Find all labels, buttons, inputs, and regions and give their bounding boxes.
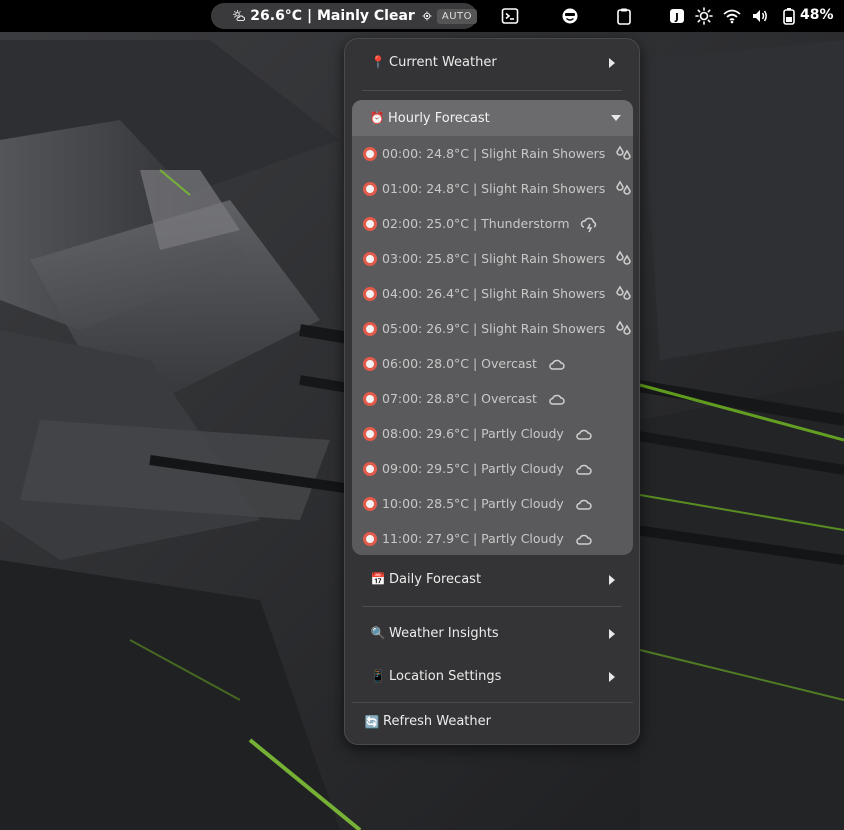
hourly-forecast-row[interactable]: 05:00: 26.9°C | Slight Rain Showers xyxy=(363,311,632,346)
keyboard-layout-icon[interactable]: J xyxy=(668,7,686,25)
alarm-clock-icon xyxy=(363,181,377,196)
cloud-icon xyxy=(549,394,565,405)
rain-drops-icon xyxy=(616,180,632,195)
cloud-icon xyxy=(576,534,592,545)
pin-icon: 📍 xyxy=(370,55,386,69)
alarm-clock-icon xyxy=(363,321,377,336)
chevron-right-icon xyxy=(609,58,615,68)
hourly-forecast-submenu: ⏰ Hourly Forecast 00:00: 24.8°C | Slight… xyxy=(352,100,633,555)
hourly-forecast-text: 04:00: 26.4°C | Slight Rain Showers xyxy=(382,286,606,301)
hourly-forecast-item[interactable]: ⏰ Hourly Forecast xyxy=(352,100,633,136)
weather-summary-text: 26.6°C | Mainly Clear xyxy=(250,8,415,24)
location-target-icon xyxy=(422,11,432,21)
alarm-clock-icon: ⏰ xyxy=(369,111,385,125)
terminal-icon[interactable] xyxy=(501,7,519,25)
location-settings-item[interactable]: 📱 Location Settings xyxy=(352,655,633,697)
hourly-forecast-label: Hourly Forecast xyxy=(388,110,490,126)
wifi-icon[interactable] xyxy=(723,7,741,25)
chevron-down-icon xyxy=(611,115,621,121)
hourly-forecast-text: 01:00: 24.8°C | Slight Rain Showers xyxy=(382,181,606,196)
chevron-right-icon xyxy=(609,575,615,585)
hourly-forecast-text: 05:00: 26.9°C | Slight Rain Showers xyxy=(382,321,606,336)
hourly-forecast-row[interactable]: 11:00: 27.9°C | Partly Cloudy xyxy=(363,521,623,556)
hourly-forecast-text: 07:00: 28.8°C | Overcast xyxy=(382,391,537,406)
mobile-phone-icon: 📱 xyxy=(370,669,386,683)
alarm-clock-icon xyxy=(363,286,377,301)
partly-sunny-icon xyxy=(233,9,246,21)
alarm-clock-icon xyxy=(363,531,377,546)
svg-text:J: J xyxy=(674,12,679,23)
current-weather-item[interactable]: 📍 Current Weather xyxy=(352,41,633,83)
hourly-forecast-row[interactable]: 10:00: 28.5°C | Partly Cloudy xyxy=(363,486,623,521)
auto-location-badge: AUTO xyxy=(436,8,477,24)
cloud-icon xyxy=(576,499,592,510)
calendar-icon: 📅 xyxy=(370,572,386,586)
cloud-icon xyxy=(576,429,592,440)
cloud-icon xyxy=(549,359,565,370)
hourly-forecast-row[interactable]: 02:00: 25.0°C | Thunderstorm xyxy=(363,206,623,241)
weather-insights-label: Weather Insights xyxy=(389,625,499,641)
cloud-icon xyxy=(576,464,592,475)
alarm-clock-icon xyxy=(363,461,377,476)
alarm-clock-icon xyxy=(363,251,377,266)
current-weather-label: Current Weather xyxy=(389,54,497,70)
hourly-forecast-row[interactable]: 01:00: 24.8°C | Slight Rain Showers xyxy=(363,171,632,206)
hourly-forecast-text: 02:00: 25.0°C | Thunderstorm xyxy=(382,216,570,231)
alarm-clock-icon xyxy=(363,146,377,161)
battery-percentage: 48% xyxy=(800,7,834,23)
hourly-forecast-row[interactable]: 06:00: 28.0°C | Overcast xyxy=(363,346,623,381)
daily-forecast-label: Daily Forecast xyxy=(389,571,482,587)
magnifier-icon: 🔍 xyxy=(370,626,386,640)
hourly-forecast-text: 06:00: 28.0°C | Overcast xyxy=(382,356,537,371)
hourly-forecast-text: 03:00: 25.8°C | Slight Rain Showers xyxy=(382,251,606,266)
rain-drops-icon xyxy=(616,320,632,335)
clipboard-icon[interactable] xyxy=(615,7,633,25)
alarm-clock-icon xyxy=(363,356,377,371)
weather-indicator-button[interactable]: 26.6°C | Mainly Clear AUTO xyxy=(211,3,477,29)
hourly-forecast-text: 08:00: 29.6°C | Partly Cloudy xyxy=(382,426,564,441)
hourly-forecast-row[interactable]: 07:00: 28.8°C | Overcast xyxy=(363,381,623,416)
alarm-clock-icon xyxy=(363,426,377,441)
hourly-forecast-row[interactable]: 00:00: 24.8°C | Slight Rain Showers xyxy=(363,136,632,171)
weather-insights-item[interactable]: 🔍 Weather Insights xyxy=(352,612,633,654)
refresh-weather-label: Refresh Weather xyxy=(383,714,491,729)
battery-icon[interactable] xyxy=(780,7,798,25)
alarm-clock-icon xyxy=(363,216,377,231)
hourly-forecast-text: 00:00: 24.8°C | Slight Rain Showers xyxy=(382,146,606,161)
alarm-clock-icon xyxy=(363,391,377,406)
rain-drops-icon xyxy=(616,285,632,300)
weather-menu: 📍 Current Weather ⏰ Hourly Forecast 00:0… xyxy=(344,38,640,745)
refresh-weather-button[interactable]: 🔄 Refresh Weather xyxy=(352,702,633,740)
top-bar: 26.6°C | Mainly Clear AUTO J 48% xyxy=(0,0,844,32)
location-settings-label: Location Settings xyxy=(389,668,502,684)
rain-drops-icon xyxy=(616,250,632,265)
hourly-forecast-row[interactable]: 08:00: 29.6°C | Partly Cloudy xyxy=(363,416,623,451)
thunderstorm-icon xyxy=(580,217,596,232)
brightness-icon[interactable] xyxy=(695,7,713,25)
volume-icon[interactable] xyxy=(751,7,769,25)
chevron-right-icon xyxy=(609,629,615,639)
hourly-forecast-row[interactable]: 03:00: 25.8°C | Slight Rain Showers xyxy=(363,241,632,276)
alarm-clock-icon xyxy=(363,496,377,511)
hourly-forecast-row[interactable]: 09:00: 29.5°C | Partly Cloudy xyxy=(363,451,623,486)
daily-forecast-item[interactable]: 📅 Daily Forecast xyxy=(352,558,633,600)
separator xyxy=(362,606,622,607)
refresh-icon: 🔄 xyxy=(364,714,380,729)
hourly-forecast-text: 11:00: 27.9°C | Partly Cloudy xyxy=(382,531,564,546)
smiley-icon[interactable] xyxy=(561,7,579,25)
chevron-right-icon xyxy=(609,672,615,682)
rain-drops-icon xyxy=(616,145,632,160)
hourly-forecast-text: 10:00: 28.5°C | Partly Cloudy xyxy=(382,496,564,511)
hourly-forecast-text: 09:00: 29.5°C | Partly Cloudy xyxy=(382,461,564,476)
hourly-forecast-row[interactable]: 04:00: 26.4°C | Slight Rain Showers xyxy=(363,276,632,311)
separator xyxy=(362,90,622,91)
